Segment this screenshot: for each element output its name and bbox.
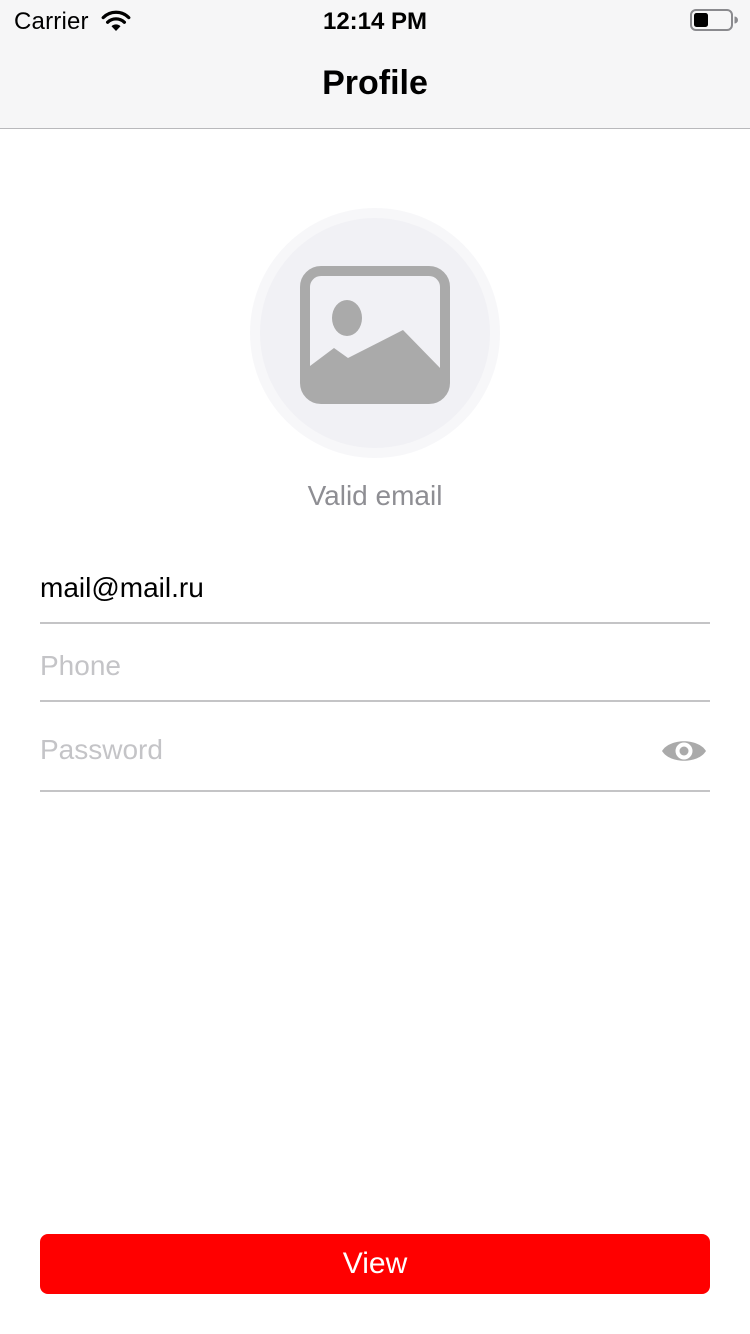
email-validation-status: Valid email (307, 480, 443, 511)
eye-icon[interactable] (660, 734, 708, 768)
status-time: 12:14 PM (322, 8, 428, 35)
password-field-container (40, 720, 710, 792)
battery-icon (690, 9, 738, 31)
phone-field-container (40, 642, 710, 702)
password-field[interactable] (40, 730, 640, 770)
status-bar: Carrier 12:14 PM (0, 0, 750, 40)
navigation-header: Carrier 12:14 PM Profile (0, 0, 750, 129)
page-title: Profile (322, 64, 428, 102)
email-field-container (40, 560, 710, 624)
photo-placeholder-icon (300, 266, 450, 404)
phone-field[interactable] (40, 646, 640, 686)
profile-screen: Carrier 12:14 PM Profile Valid email mai… (0, 0, 750, 1334)
email-field[interactable] (40, 568, 640, 608)
view-button[interactable]: View (40, 1234, 710, 1294)
